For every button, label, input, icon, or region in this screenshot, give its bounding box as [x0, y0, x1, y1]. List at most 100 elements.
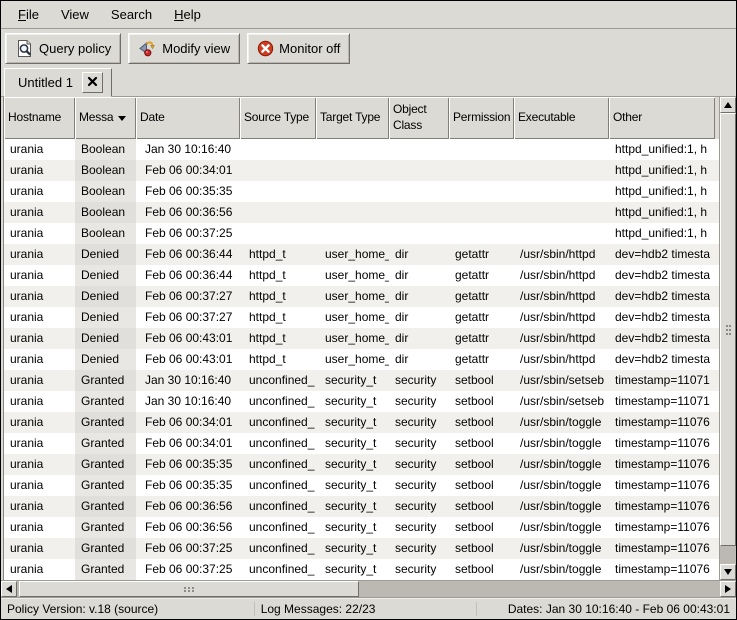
cell-source-type: httpd_t — [240, 244, 316, 265]
cell-other: dev=hdb2 timesta — [609, 328, 715, 349]
header-cell-messa[interactable]: Messa — [75, 97, 136, 139]
vertical-scrollbar-track[interactable] — [720, 113, 736, 564]
scroll-left-button[interactable] — [1, 581, 17, 597]
cell-other: dev=hdb2 timesta — [609, 265, 715, 286]
cell-target-type: security_t — [316, 517, 389, 538]
cell-executable: /usr/sbin/setseb — [514, 370, 609, 391]
log-row[interactable]: uraniaBooleanFeb 06 00:37:25httpd_unifie… — [4, 223, 719, 244]
cell-date: Jan 30 10:16:40 — [136, 370, 240, 391]
sort-descending-icon — [118, 116, 126, 121]
horizontal-scrollbar-track[interactable] — [17, 581, 720, 597]
log-row[interactable]: uraniaBooleanJan 30 10:16:40httpd_unifie… — [4, 139, 719, 160]
cell-object-class: dir — [389, 328, 449, 349]
header-cell-date[interactable]: Date — [136, 97, 240, 139]
tab-close-button[interactable] — [82, 72, 103, 93]
log-row[interactable]: uraniaDeniedFeb 06 00:37:27httpd_tuser_h… — [4, 286, 719, 307]
grip-icon — [726, 325, 728, 327]
log-row[interactable]: uraniaBooleanFeb 06 00:36:56httpd_unifie… — [4, 202, 719, 223]
monitor-off-button[interactable]: Monitor off — [247, 33, 350, 64]
query-policy-button[interactable]: Query policy — [5, 33, 121, 64]
log-row[interactable]: uraniaGrantedFeb 06 00:37:25unconfined_s… — [4, 538, 719, 559]
log-row[interactable]: uraniaGrantedJan 30 10:16:40unconfined_s… — [4, 391, 719, 412]
cell-target-type: user_home_ — [316, 307, 389, 328]
header-label: Other — [613, 110, 642, 126]
menu-view[interactable]: View — [50, 2, 100, 27]
cell-executable: /usr/sbin/toggle — [514, 517, 609, 538]
cell-executable: /usr/sbin/httpd — [514, 286, 609, 307]
cell-date: Feb 06 00:43:01 — [136, 328, 240, 349]
log-row[interactable]: uraniaGrantedFeb 06 00:36:56unconfined_s… — [4, 517, 719, 538]
scroll-up-button[interactable] — [720, 97, 736, 113]
cell-object-class — [389, 181, 449, 202]
cell-permission: setbool — [449, 433, 514, 454]
scroll-right-button[interactable] — [720, 581, 736, 597]
cell-messa: Granted — [75, 475, 136, 496]
menu-help[interactable]: Help — [163, 2, 212, 27]
log-row[interactable]: uraniaDeniedFeb 06 00:37:27httpd_tuser_h… — [4, 307, 719, 328]
cell-object-class: dir — [389, 307, 449, 328]
log-row[interactable]: uraniaGrantedFeb 06 00:36:56unconfined_s… — [4, 496, 719, 517]
cell-source-type: httpd_t — [240, 286, 316, 307]
cell-source-type: unconfined_ — [240, 559, 316, 580]
header-cell-hostname[interactable]: Hostname — [4, 97, 75, 139]
log-row[interactable]: uraniaBooleanFeb 06 00:34:01httpd_unifie… — [4, 160, 719, 181]
toolbar-button-label: Query policy — [39, 41, 111, 56]
cell-hostname: urania — [4, 517, 75, 538]
log-row[interactable]: uraniaBooleanFeb 06 00:35:35httpd_unifie… — [4, 181, 719, 202]
log-row[interactable]: uraniaGrantedFeb 06 00:35:35unconfined_s… — [4, 454, 719, 475]
cell-hostname: urania — [4, 496, 75, 517]
cell-permission: setbool — [449, 391, 514, 412]
header-cell-object-class[interactable]: Object Class — [389, 97, 449, 139]
modify-view-button[interactable]: Modify view — [128, 33, 240, 64]
cell-date: Feb 06 00:34:01 — [136, 433, 240, 454]
cell-date: Feb 06 00:35:35 — [136, 475, 240, 496]
menu-file[interactable]: File — [7, 2, 50, 27]
cell-hostname: urania — [4, 307, 75, 328]
cell-source-type — [240, 181, 316, 202]
cell-source-type: unconfined_ — [240, 475, 316, 496]
cell-object-class: security — [389, 475, 449, 496]
cell-date: Feb 06 00:35:35 — [136, 454, 240, 475]
vertical-scrollbar[interactable] — [719, 97, 736, 580]
cell-executable: /usr/sbin/setseb — [514, 391, 609, 412]
log-row[interactable]: uraniaGrantedFeb 06 00:35:35unconfined_s… — [4, 475, 719, 496]
header-label: Object Class — [393, 102, 445, 133]
cell-messa: Denied — [75, 349, 136, 370]
cell-source-type — [240, 160, 316, 181]
cell-target-type — [316, 202, 389, 223]
cell-permission: setbool — [449, 517, 514, 538]
cell-object-class: dir — [389, 286, 449, 307]
cell-date: Feb 06 00:37:27 — [136, 286, 240, 307]
cell-date: Feb 06 00:37:25 — [136, 538, 240, 559]
cell-source-type — [240, 202, 316, 223]
cell-other: dev=hdb2 timesta — [609, 244, 715, 265]
log-row[interactable]: uraniaDeniedFeb 06 00:36:44httpd_tuser_h… — [4, 244, 719, 265]
menu-search[interactable]: Search — [100, 2, 163, 27]
header-cell-target-type[interactable]: Target Type — [316, 97, 389, 139]
header-cell-other[interactable]: Other — [609, 97, 715, 139]
cell-object-class: security — [389, 391, 449, 412]
header-label: Target Type — [320, 110, 380, 126]
cell-hostname: urania — [4, 391, 75, 412]
scroll-down-button[interactable] — [720, 564, 736, 580]
log-row[interactable]: uraniaGrantedJan 30 10:16:40unconfined_s… — [4, 370, 719, 391]
cell-target-type: security_t — [316, 391, 389, 412]
header-cell-source-type[interactable]: Source Type — [240, 97, 316, 139]
cell-messa: Denied — [75, 328, 136, 349]
cell-executable: /usr/sbin/toggle — [514, 475, 609, 496]
header-cell-permission[interactable]: Permission — [449, 97, 514, 139]
log-row[interactable]: uraniaGrantedFeb 06 00:34:01unconfined_s… — [4, 412, 719, 433]
horizontal-scrollbar-thumb[interactable] — [19, 581, 359, 597]
log-row[interactable]: uraniaDeniedFeb 06 00:36:44httpd_tuser_h… — [4, 265, 719, 286]
horizontal-scrollbar[interactable] — [1, 580, 736, 597]
cell-other: httpd_unified:1, h — [609, 202, 715, 223]
log-row[interactable]: uraniaGrantedFeb 06 00:37:25unconfined_s… — [4, 559, 719, 580]
vertical-scrollbar-thumb[interactable] — [720, 113, 736, 546]
cell-source-type — [240, 223, 316, 244]
log-row[interactable]: uraniaDeniedFeb 06 00:43:01httpd_tuser_h… — [4, 328, 719, 349]
cell-source-type — [240, 139, 316, 160]
tab-untitled-1[interactable]: Untitled 1 — [4, 68, 112, 97]
header-cell-executable[interactable]: Executable — [514, 97, 609, 139]
log-row[interactable]: uraniaGrantedFeb 06 00:34:01unconfined_s… — [4, 433, 719, 454]
log-row[interactable]: uraniaDeniedFeb 06 00:43:01httpd_tuser_h… — [4, 349, 719, 370]
